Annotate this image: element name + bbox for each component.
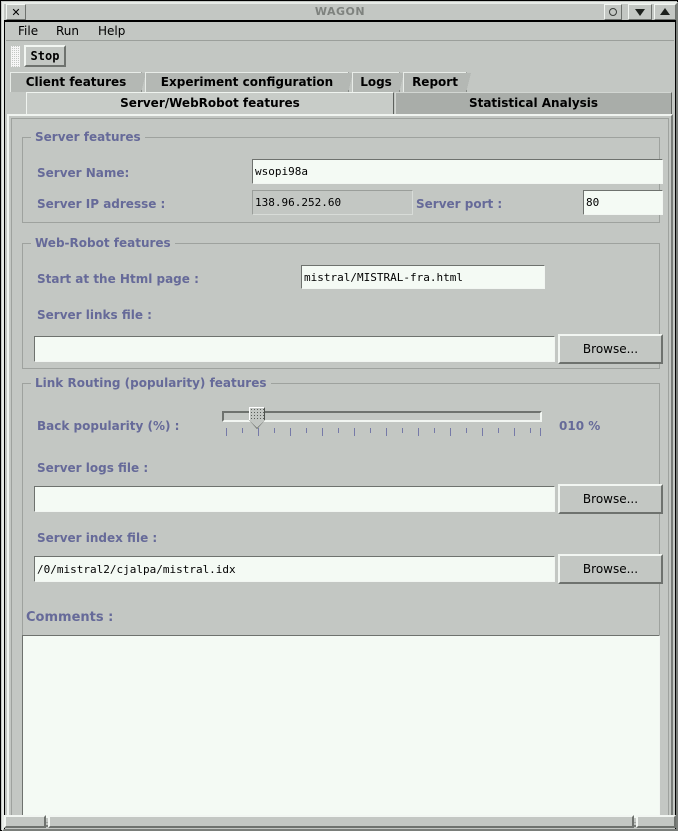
comments-label: Comments : xyxy=(26,611,113,625)
client-area: File Run Help Stop Client features Exper… xyxy=(4,21,676,829)
window-maximize-button[interactable] xyxy=(628,4,652,20)
back-popularity-label: Back popularity (%) : xyxy=(37,419,179,433)
tool-bar: Stop xyxy=(6,42,674,71)
drag-handle-icon[interactable] xyxy=(11,46,20,67)
tab-content-inner: Server features Server Name: wsopi98a Se… xyxy=(11,118,669,823)
server-links-file-input[interactable] xyxy=(34,336,555,362)
server-port-label: Server port : xyxy=(416,197,502,211)
server-name-input[interactable]: wsopi98a xyxy=(252,159,663,184)
server-index-file-input[interactable]: /0/mistral2/cjalpa/mistral.idx xyxy=(34,556,555,582)
window-restore-button[interactable] xyxy=(654,4,676,20)
tab-client-features[interactable]: Client features xyxy=(10,72,142,92)
server-links-browse-button[interactable]: Browse... xyxy=(558,334,663,364)
menu-item-file[interactable]: File xyxy=(12,23,44,40)
circle-icon xyxy=(609,8,617,16)
server-logs-file-label: Server logs file : xyxy=(37,461,148,475)
server-logs-file-input[interactable] xyxy=(34,486,555,512)
group-web-robot-features-title: Web-Robot features xyxy=(31,236,175,250)
start-html-page-label: Start at the Html page : xyxy=(37,272,199,286)
group-server-features: Server features Server Name: wsopi98a Se… xyxy=(22,137,660,223)
primary-tab-row: Client features Experiment configuration… xyxy=(6,72,674,92)
slider-track[interactable] xyxy=(222,411,542,422)
tab-logs[interactable]: Logs xyxy=(352,72,400,92)
server-port-input[interactable]: 80 xyxy=(583,190,663,215)
start-html-page-input[interactable]: mistral/MISTRAL-fra.html xyxy=(301,265,545,289)
server-index-browse-button[interactable]: Browse... xyxy=(558,554,663,584)
server-logs-browse-button[interactable]: Browse... xyxy=(558,484,663,514)
window-close-button[interactable]: ✕ xyxy=(6,4,26,20)
server-ip-value: 138.96.252.60 xyxy=(252,190,413,215)
server-name-label: Server Name: xyxy=(37,166,129,180)
group-server-features-title: Server features xyxy=(31,130,145,144)
group-web-robot-features: Web-Robot features Start at the Html pag… xyxy=(22,243,660,369)
comments-textarea[interactable] xyxy=(22,635,660,818)
back-popularity-slider[interactable] xyxy=(222,411,546,441)
close-x-icon: ✕ xyxy=(7,5,25,19)
tab-content-panel: Server features Server Name: wsopi98a Se… xyxy=(7,114,673,827)
window-minimize-button[interactable] xyxy=(604,4,622,20)
tab-report[interactable]: Report xyxy=(403,72,467,92)
tab-experiment-configuration[interactable]: Experiment configuration xyxy=(145,72,349,92)
tab-server-webrobot-features[interactable]: Server/WebRobot features xyxy=(26,92,394,114)
triangle-up-icon xyxy=(660,8,670,15)
server-ip-label: Server IP adresse : xyxy=(37,197,165,211)
server-links-file-label: Server links file : xyxy=(37,308,152,322)
stop-button[interactable]: Stop xyxy=(24,45,66,67)
secondary-tab-row: Server/WebRobot features Statistical Ana… xyxy=(6,92,674,114)
back-popularity-value: 010 % xyxy=(559,419,600,433)
resize-grip-right[interactable] xyxy=(636,815,676,828)
menu-bar: File Run Help xyxy=(6,22,674,41)
window-title: WAGON xyxy=(4,4,676,20)
triangle-down-icon xyxy=(635,9,645,16)
application-window: WAGON ✕ File Run Help Stop Client featur xyxy=(0,0,678,831)
resize-grip-center[interactable] xyxy=(48,815,634,828)
tab-statistical-analysis[interactable]: Statistical Analysis xyxy=(395,92,672,114)
menu-item-help[interactable]: Help xyxy=(92,23,131,40)
resize-grip-left[interactable] xyxy=(4,815,46,828)
server-index-file-label: Server index file : xyxy=(37,531,157,545)
menu-item-run[interactable]: Run xyxy=(50,23,85,40)
title-bar: WAGON ✕ xyxy=(4,4,676,20)
group-link-routing-title: Link Routing (popularity) features xyxy=(31,376,271,390)
slider-thumb[interactable] xyxy=(249,407,265,420)
window-resize-bar xyxy=(4,815,676,829)
